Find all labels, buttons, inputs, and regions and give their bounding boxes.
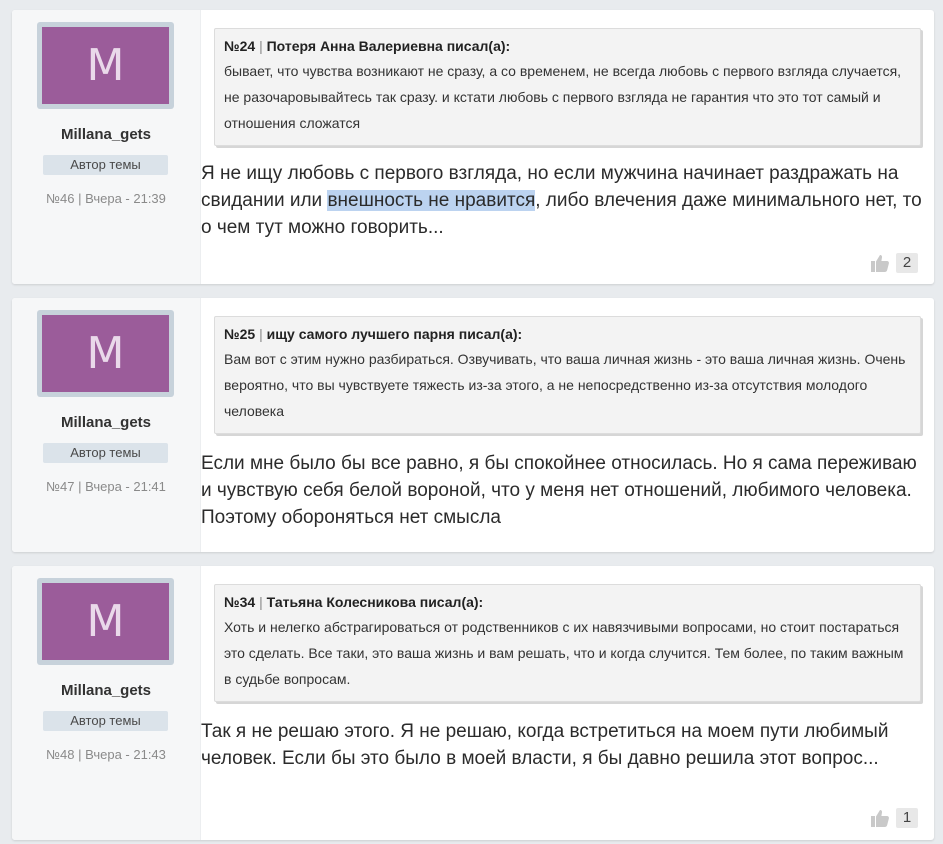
post-meta[interactable]: №48 | Вчера - 21:43 — [12, 747, 200, 762]
avatar[interactable]: M — [37, 22, 174, 109]
quote-text: Хоть и нелегко абстрагироваться от родст… — [224, 619, 904, 687]
topic-author-badge: Автор темы — [43, 155, 168, 175]
forum-post: M Millana_gets Автор темы №46 | Вчера - … — [12, 10, 934, 284]
separator: | — [259, 38, 263, 54]
quote-block: №34 | Татьяна Колесникова писал(а): Хоть… — [214, 584, 921, 702]
post-text: Так я не решаю этого. Я не решаю, когда … — [201, 721, 889, 769]
avatar[interactable]: M — [37, 310, 174, 397]
author-panel: M Millana_gets Автор темы №48 | Вчера - … — [12, 566, 201, 840]
forum-post: M Millana_gets Автор темы №47 | Вчера - … — [12, 298, 934, 552]
quote-author: ищу самого лучшего парня писал(а): — [266, 326, 523, 342]
quote-ref[interactable]: №34 — [224, 594, 255, 610]
topic-author-badge: Автор темы — [43, 711, 168, 731]
username[interactable]: Millana_gets — [12, 682, 200, 699]
forum-post: M Millana_gets Автор темы №48 | Вчера - … — [12, 566, 934, 840]
like-widget: 1 — [870, 807, 918, 829]
avatar-letter: M — [42, 583, 169, 660]
quote-ref[interactable]: №25 — [224, 326, 255, 342]
avatar-letter: M — [42, 315, 169, 392]
topic-author-badge: Автор темы — [43, 443, 168, 463]
quote-text: бывает, что чувства возникают не сразу, … — [224, 63, 902, 131]
post-text: Если мне было бы все равно, я бы спокойн… — [201, 453, 917, 528]
post-meta[interactable]: №46 | Вчера - 21:39 — [12, 191, 200, 206]
like-count: 2 — [896, 253, 918, 273]
quote-header: №34 | Татьяна Колесникова писал(а): — [224, 592, 911, 612]
post-meta[interactable]: №47 | Вчера - 21:41 — [12, 479, 200, 494]
quote-ref[interactable]: №24 — [224, 38, 255, 54]
separator: | — [259, 326, 263, 342]
thumbs-up-icon[interactable] — [870, 253, 890, 273]
username[interactable]: Millana_gets — [12, 126, 200, 143]
quote-header: №24 | Потеря Анна Валериевна писал(а): — [224, 36, 911, 56]
author-panel: M Millana_gets Автор темы №47 | Вчера - … — [12, 298, 201, 552]
username[interactable]: Millana_gets — [12, 414, 200, 431]
quote-block: №25 | ищу самого лучшего парня писал(а):… — [214, 316, 921, 434]
post-text: Я не ищу любовь с первого взгляда, но ес… — [201, 160, 931, 241]
avatar-letter: M — [42, 27, 169, 104]
thumbs-up-icon[interactable] — [870, 808, 890, 828]
quote-text: Вам вот с этим нужно разбираться. Озвучи… — [224, 351, 906, 419]
avatar[interactable]: M — [37, 578, 174, 665]
quote-block: №24 | Потеря Анна Валериевна писал(а): б… — [214, 28, 921, 146]
selected-text: внешность не нравится — [327, 190, 536, 211]
like-count: 1 — [896, 808, 918, 828]
quote-author: Татьяна Колесникова писал(а): — [266, 594, 484, 610]
quote-author: Потеря Анна Валериевна писал(а): — [266, 38, 511, 54]
quote-header: №25 | ищу самого лучшего парня писал(а): — [224, 324, 911, 344]
like-widget: 2 — [870, 252, 918, 274]
separator: | — [259, 594, 263, 610]
author-panel: M Millana_gets Автор темы №46 | Вчера - … — [12, 10, 201, 284]
